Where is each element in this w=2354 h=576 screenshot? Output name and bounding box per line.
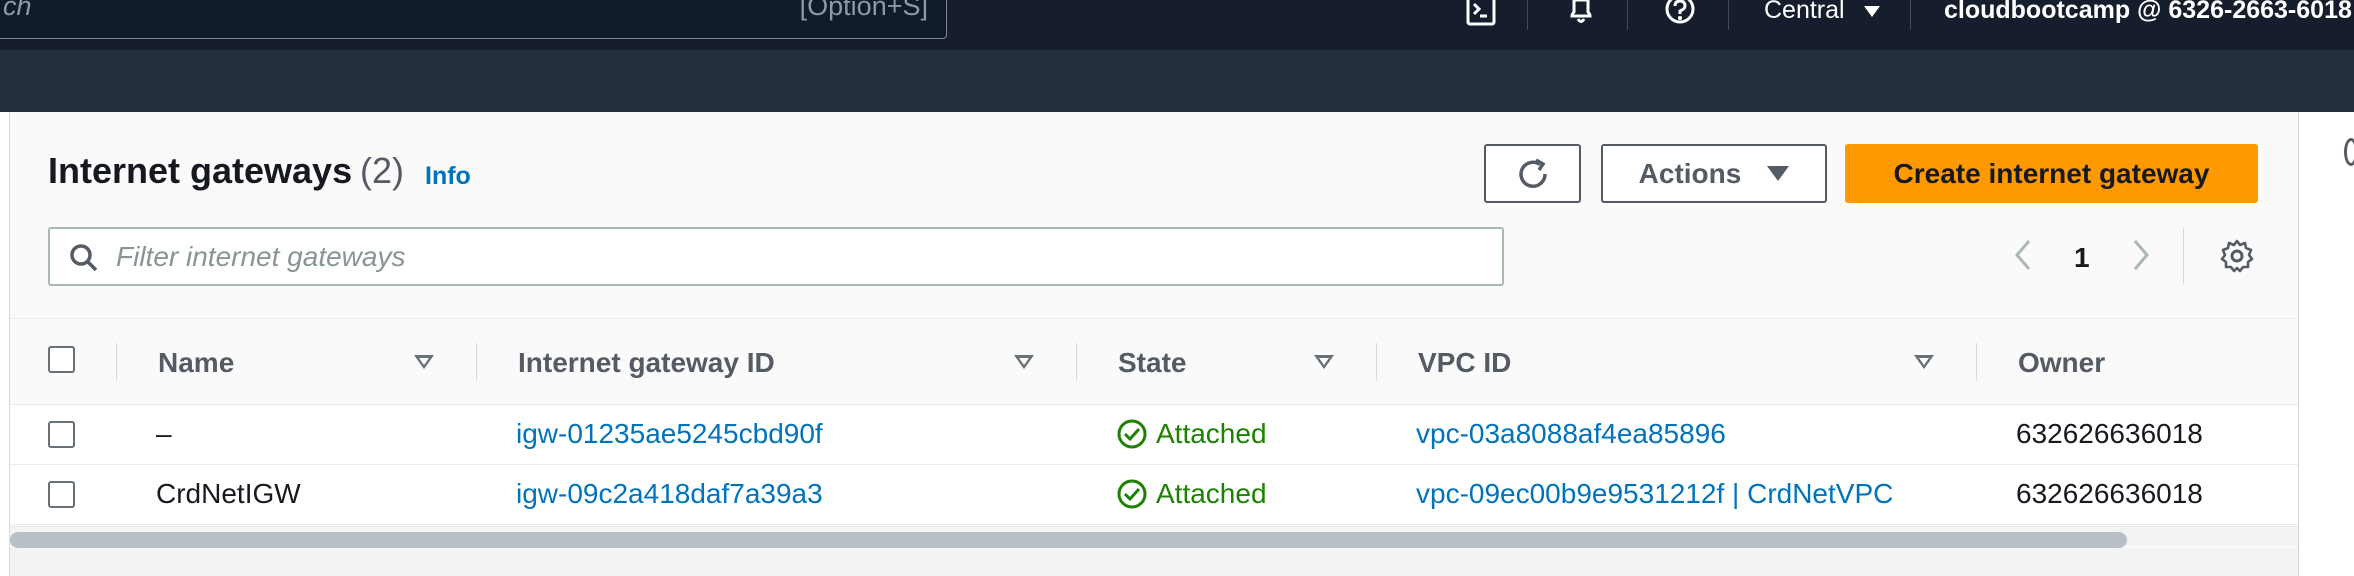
help-icon[interactable]	[1664, 0, 1696, 26]
gear-icon[interactable]	[2219, 238, 2255, 279]
sort-icon[interactable]	[1314, 355, 1334, 369]
select-all-checkbox[interactable]	[48, 346, 75, 373]
left-navigation-rail	[0, 112, 10, 576]
state-attached: Attached	[1116, 418, 1267, 450]
state-attached: Attached	[1116, 478, 1267, 510]
state-label: Attached	[1156, 478, 1267, 509]
top-separator	[1910, 0, 1911, 30]
sort-icon[interactable]	[414, 355, 434, 369]
content-bottom-area	[10, 548, 2298, 576]
info-link[interactable]: Info	[425, 162, 471, 191]
column-separator	[1076, 343, 1077, 381]
region-selector[interactable]: Central	[1764, 0, 1880, 25]
actions-label: Actions	[1638, 157, 1742, 189]
column-separator	[116, 343, 117, 381]
column-header-state[interactable]: State	[1118, 347, 1186, 379]
refresh-icon	[1518, 157, 1547, 188]
caret-down-icon	[1767, 166, 1790, 181]
row-select-checkbox[interactable]	[48, 481, 75, 508]
previous-page-chevron-icon[interactable]	[2013, 238, 2033, 277]
column-header-vpc-id[interactable]: VPC ID	[1418, 347, 1511, 379]
page-title: Internet gateways	[48, 150, 353, 191]
sort-icon[interactable]	[1914, 355, 1934, 369]
column-separator	[1376, 343, 1377, 381]
check-circle-icon	[1117, 479, 1147, 509]
table-header-row: Name Internet gateway ID State VPC ID Ow…	[10, 319, 2298, 405]
sort-icon[interactable]	[1014, 355, 1034, 369]
pagination-separator	[2183, 228, 2184, 284]
owner-id: 632626636018	[2016, 478, 2203, 509]
actions-dropdown-button[interactable]: Actions	[1601, 144, 1827, 203]
create-internet-gateway-button[interactable]: Create internet gateway	[1845, 144, 2258, 203]
top-separator	[1728, 0, 1729, 30]
column-separator	[476, 343, 477, 381]
table-row[interactable]: – igw-01235ae5245cbd90f Attached vpc-03a…	[10, 405, 2298, 465]
global-search-box[interactable]: ch [Option+S]	[0, 0, 947, 39]
vpc-id-link[interactable]: vpc-03a8088af4ea85896	[1416, 418, 1726, 450]
refresh-button[interactable]	[1484, 144, 1581, 203]
owner-id: 632626636018	[2016, 418, 2203, 449]
column-separator	[1976, 343, 1977, 381]
filter-input[interactable]	[116, 239, 1476, 275]
chevron-down-icon	[1863, 5, 1880, 17]
gateway-name: CrdNetIGW	[156, 478, 301, 509]
state-label: Attached	[1156, 418, 1267, 449]
global-search-text: ch	[3, 0, 32, 21]
item-count: (2)	[360, 150, 404, 191]
search-shortcut-hint: [Option+S]	[799, 0, 928, 21]
next-page-chevron-icon[interactable]	[2131, 238, 2151, 277]
column-header-internet-gateway-id[interactable]: Internet gateway ID	[518, 347, 775, 379]
filter-box[interactable]	[48, 227, 1504, 286]
top-navigation-bar: ch [Option+S] Central cloudbootcamp @ 63…	[0, 0, 2354, 112]
current-page-number[interactable]: 1	[2074, 242, 2090, 274]
row-select-checkbox[interactable]	[48, 421, 75, 448]
gateway-id-link[interactable]: igw-01235ae5245cbd90f	[516, 418, 823, 450]
gateway-id-link[interactable]: igw-09c2a418daf7a39a3	[516, 478, 823, 510]
check-circle-icon	[1117, 419, 1147, 449]
tools-panel-icon[interactable]	[2344, 138, 2354, 166]
vpc-id-link[interactable]: vpc-09ec00b9e9531212f | CrdNetVPC	[1416, 478, 1893, 510]
table-row[interactable]: CrdNetIGW igw-09c2a418daf7a39a3 Attached…	[10, 465, 2298, 525]
horizontal-scrollbar-thumb[interactable]	[10, 532, 2127, 548]
table-header-area	[10, 112, 2298, 318]
column-header-owner[interactable]: Owner	[2018, 347, 2105, 379]
gateway-name: –	[156, 418, 172, 449]
internet-gateways-table: Name Internet gateway ID State VPC ID Ow…	[10, 318, 2298, 526]
notifications-bell-icon[interactable]	[1566, 0, 1596, 26]
region-label: Central	[1764, 0, 1845, 24]
top-separator	[1627, 0, 1628, 30]
account-menu[interactable]: cloudbootcamp @ 6326-2663-6018	[1944, 0, 2352, 25]
search-icon	[70, 244, 98, 272]
top-separator	[1527, 0, 1528, 30]
right-tools-rail	[2298, 112, 2354, 576]
cloudshell-icon[interactable]	[1466, 0, 1496, 26]
column-header-name[interactable]: Name	[158, 347, 234, 379]
